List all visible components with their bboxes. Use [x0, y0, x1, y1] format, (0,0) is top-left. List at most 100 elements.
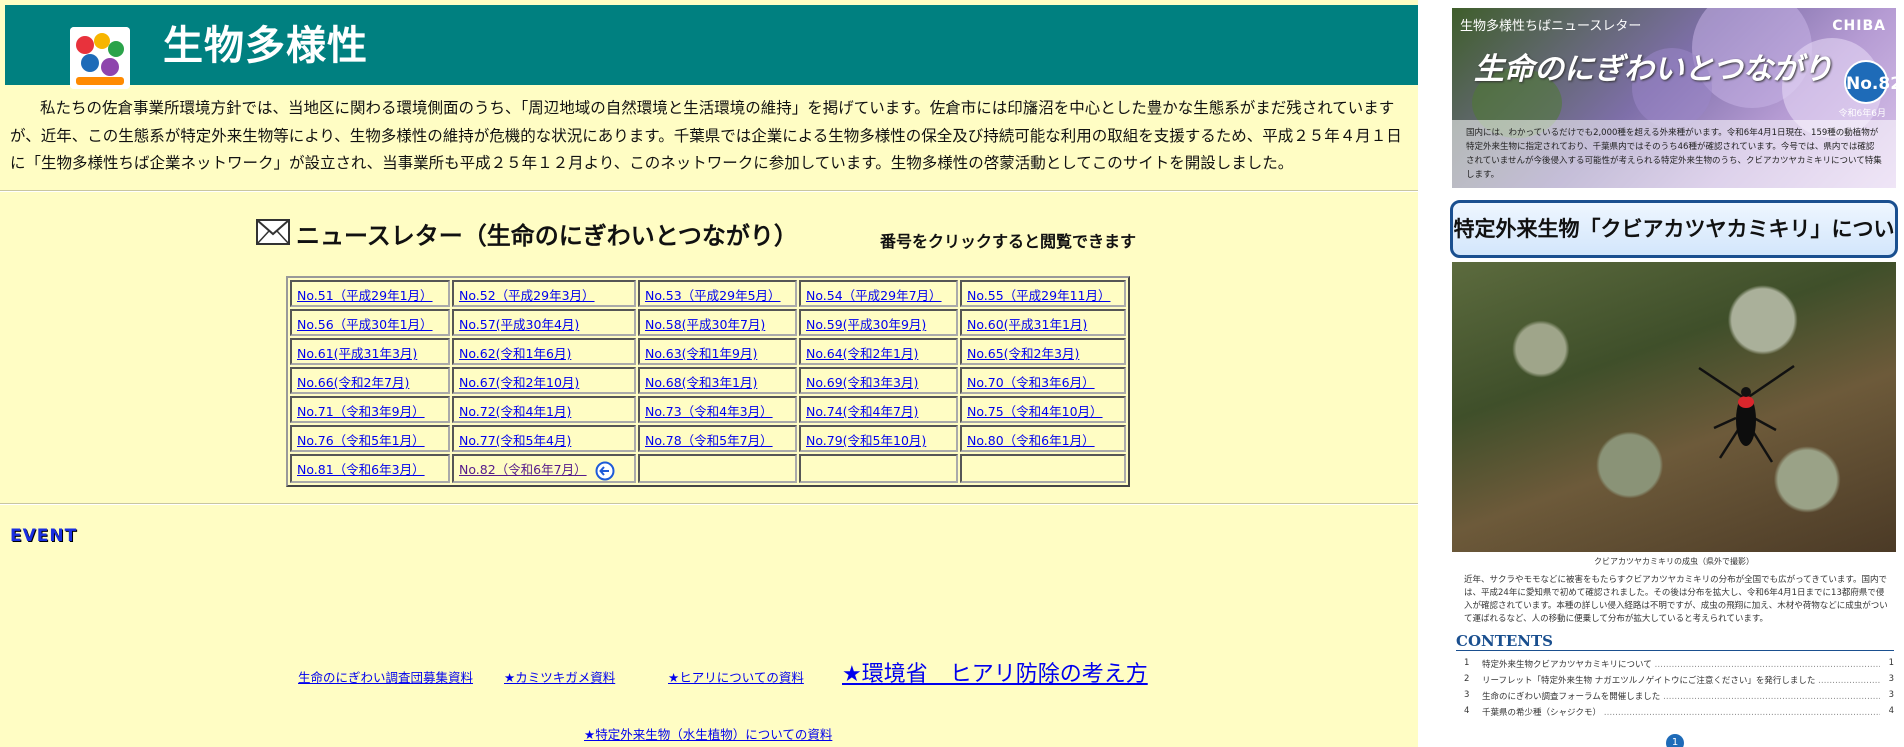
- newsletter-cell: No.61(平成31年3月): [290, 338, 450, 365]
- envelope-icon: [256, 218, 290, 249]
- newsletter-issue-link[interactable]: No.55（平成29年11月）: [967, 288, 1110, 303]
- header-banner: 生物多様性: [5, 5, 1418, 89]
- feature-heading: 特定外来生物「クビアカツヤカミキリ」について: [1450, 200, 1898, 293]
- page-number: 1: [1666, 734, 1684, 747]
- aquatic-plants-link[interactable]: ★特定外来生物（水生植物）についての資料: [584, 724, 832, 743]
- newsletter-table: No.51（平成29年1月） No.52（平成29年3月） No.53（平成29年5…: [286, 276, 1130, 487]
- issue-badge: No.82: [1844, 60, 1896, 104]
- newsletter-issue-link[interactable]: No.59(平成30年9月): [806, 317, 926, 332]
- newsletter-cell: No.80（令和6年1月）: [960, 425, 1126, 452]
- newsletter-cell: No.71（令和3年9月）: [290, 396, 450, 423]
- newsletter-issue-link[interactable]: No.57(平成30年4月): [459, 317, 579, 332]
- newsletter-issue-link[interactable]: No.60(平成31年1月): [967, 317, 1087, 332]
- newsletter-cell: No.59(平成30年9月): [799, 309, 958, 336]
- newsletter-cell: No.79(令和5年10月): [799, 425, 958, 452]
- divider: [0, 503, 1418, 505]
- newsletter-cell: No.52（平成29年3月）: [452, 280, 636, 307]
- newsletter-row: No.71（令和3年9月） No.72(令和4年1月) No.73（令和4年3月） N…: [290, 396, 1126, 423]
- newsletter-cell: No.53（平成29年5月）: [638, 280, 797, 307]
- cover-text: 国内には、わかっているだけでも2,000種を超える外来種がいます。令和6年4月1…: [1452, 120, 1896, 188]
- newsletter-issue-link[interactable]: No.76（令和5年1月）: [297, 433, 425, 448]
- newsletter-cover[interactable]: 生物多様性ちばニュースレター CHIBA 生命のにぎわいとつながり No.82 …: [1452, 8, 1896, 188]
- newsletter-cell: No.69(令和3年3月): [799, 367, 958, 394]
- left-arrow-circle-icon: [595, 461, 615, 480]
- newsletter-issue-link[interactable]: No.80（令和6年1月）: [967, 433, 1095, 448]
- newsletter-title: ニュースレター（生命のにぎわいとつながり）: [296, 222, 798, 250]
- snapping-turtle-link[interactable]: ★カミツキガメ資料: [504, 667, 615, 686]
- newsletter-issue-link[interactable]: No.82（令和6年7月）: [459, 462, 587, 477]
- newsletter-issue-link[interactable]: No.62(令和1年6月): [459, 346, 571, 361]
- newsletter-issue-link[interactable]: No.71（令和3年9月）: [297, 404, 425, 419]
- newsletter-cell: No.82（令和6年7月）: [452, 454, 636, 483]
- newsletter-issue-link[interactable]: No.70（令和3年6月）: [967, 375, 1095, 390]
- newsletter-row: No.81（令和6年3月） No.82（令和6年7月）: [290, 454, 1126, 483]
- toc-item: 3 生命のにぎわい調査フォーラムを開催しました 3: [1464, 690, 1894, 702]
- newsletter-issue-link[interactable]: No.63(令和1年9月): [645, 346, 757, 361]
- newsletter-issue-link[interactable]: No.54（平成29年7月）: [806, 288, 942, 303]
- newsletter-issue-link[interactable]: No.64(令和2年1月): [806, 346, 918, 361]
- newsletter-issue-link[interactable]: No.75（令和4年10月）: [967, 404, 1103, 419]
- newsletter-issue-link[interactable]: No.77(令和5年4月): [459, 433, 571, 448]
- contents-title: CONTENTS: [1456, 632, 1554, 650]
- newsletter-issue-link[interactable]: No.73（令和4年3月）: [645, 404, 773, 419]
- newsletter-cell: No.56（平成30年1月）: [290, 309, 450, 336]
- toc-item: 2 リーフレット「特定外来生物 ナガエツルノゲイトウにご注意ください」を発行しま…: [1464, 674, 1894, 686]
- newsletter-row: No.51（平成29年1月） No.52（平成29年3月） No.53（平成29年5…: [290, 280, 1126, 307]
- newsletter-cell: No.55（平成29年11月）: [960, 280, 1126, 307]
- newsletter-issue-link[interactable]: No.79(令和5年10月): [806, 433, 926, 448]
- newsletter-cell: [638, 454, 797, 483]
- newsletter-issue-link[interactable]: No.72(令和4年1月): [459, 404, 571, 419]
- newsletter-cell: No.75（令和4年10月）: [960, 396, 1126, 423]
- newsletter-issue-link[interactable]: No.69(令和3年3月): [806, 375, 918, 390]
- newsletter-issue-link[interactable]: No.81（令和6年3月）: [297, 462, 425, 477]
- newsletter-cell: No.73（令和4年3月）: [638, 396, 797, 423]
- newsletter-row: No.76（令和5年1月） No.77(令和5年4月) No.78（令和5年7月） N…: [290, 425, 1126, 452]
- toc-item: 4 千葉県の希少種（シャジクモ） 4: [1464, 706, 1894, 718]
- feature-text: 近年、サクラやモモなどに被害をもたらすクビアカツヤカミキリの分布が全国でも広がっ…: [1464, 575, 1888, 624]
- fire-ant-info-link[interactable]: ★ヒアリについての資料: [668, 667, 804, 686]
- divider: [1456, 650, 1894, 651]
- cover-chiba: CHIBA: [1832, 18, 1886, 34]
- newsletter-row: No.61(平成31年3月) No.62(令和1年6月) No.63(令和1年9月)…: [290, 338, 1126, 365]
- newsletter-issue-link[interactable]: No.68(令和3年1月): [645, 375, 757, 390]
- newsletter-issue-link[interactable]: No.53（平成29年5月）: [645, 288, 781, 303]
- fire-ant-policy-link[interactable]: ★環境省 ヒアリ防除の考え方: [842, 656, 1148, 688]
- cover-series: 生物多様性ちばニュースレター: [1460, 19, 1642, 34]
- toc-item: 1 特定外来生物クビアカツヤカミキリについて 1: [1464, 658, 1894, 670]
- newsletter-issue-link[interactable]: No.74(令和4年7月): [806, 404, 918, 419]
- newsletter-cell: No.57(平成30年4月): [452, 309, 636, 336]
- main-page: 生物多様性 私たちの佐倉事業所環境方針では、当地区に関わる環境側面のうち、「周辺…: [0, 0, 1418, 747]
- newsletter-issue-link[interactable]: No.66(令和2年7月): [297, 375, 409, 390]
- newsletter-issue-link[interactable]: No.65(令和2年3月): [967, 346, 1079, 361]
- newsletter-issue-link[interactable]: No.78（令和5年7月）: [645, 433, 773, 448]
- newsletter-cell: [799, 454, 958, 483]
- newsletter-cell: No.58(平成30年7月): [638, 309, 797, 336]
- newsletter-cell: No.62(令和1年6月): [452, 338, 636, 365]
- newsletter-issue-link[interactable]: No.58(平成30年7月): [645, 317, 765, 332]
- divider: [0, 190, 1418, 192]
- beetle-icon: [1698, 364, 1795, 463]
- newsletter-cell: No.54（平成29年7月）: [799, 280, 958, 307]
- newsletter-issue-link[interactable]: No.56（平成30年1月）: [297, 317, 433, 332]
- newsletter-issue-link[interactable]: No.61(平成31年3月): [297, 346, 417, 361]
- newsletter-issue-link[interactable]: No.67(令和2年10月): [459, 375, 579, 390]
- newsletter-cell: No.60(平成31年1月): [960, 309, 1126, 336]
- newsletter-cell: No.72(令和4年1月): [452, 396, 636, 423]
- newsletter-cell: No.63(令和1年9月): [638, 338, 797, 365]
- newsletter-cell: No.66(令和2年7月): [290, 367, 450, 394]
- newsletter-issue-link[interactable]: No.52（平成29年3月）: [459, 288, 595, 303]
- newsletter-cell: No.74(令和4年7月): [799, 396, 958, 423]
- newsletter-cell: No.81（令和6年3月）: [290, 454, 450, 483]
- newsletter-cell: No.76（令和5年1月）: [290, 425, 450, 452]
- newsletter-preview: 生物多様性ちばニュースレター CHIBA 生命のにぎわいとつながり No.82 …: [1418, 0, 1904, 747]
- page-title: 生物多様性: [163, 23, 368, 69]
- newsletter-heading: ニュースレター（生命のにぎわいとつながり）: [256, 216, 798, 251]
- cover-date: 令和6年6月: [1838, 109, 1886, 119]
- photo-caption: クビアカツヤカミキリの成虫（県外で撮影）: [1594, 557, 1754, 566]
- newsletter-row: No.56（平成30年1月） No.57(平成30年4月) No.58(平成30年7…: [290, 309, 1126, 336]
- survey-recruitment-link[interactable]: 生命のにぎわい調査団募集資料: [298, 667, 473, 686]
- longhorn-beetle-photo: [1452, 262, 1896, 552]
- newsletter-cell: No.77(令和5年4月): [452, 425, 636, 452]
- newsletter-issue-link[interactable]: No.51（平成29年1月）: [297, 288, 433, 303]
- newsletter-cell: No.64(令和2年1月): [799, 338, 958, 365]
